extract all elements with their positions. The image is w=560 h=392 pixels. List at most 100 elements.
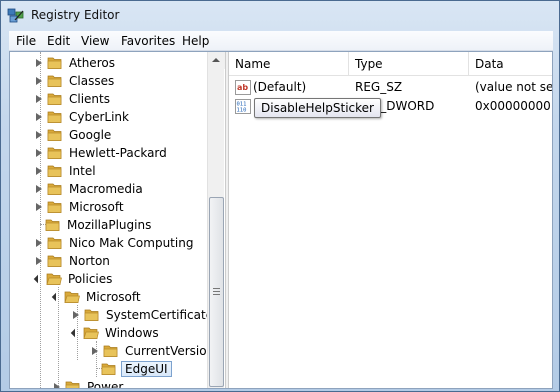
folder-icon	[47, 201, 62, 213]
expand-arrow-icon[interactable]	[36, 167, 42, 175]
folder-icon	[45, 219, 60, 231]
editor-client-area: Atheros Classes Clients CyberLink Google Hewl…	[9, 51, 553, 389]
folder-icon	[47, 111, 62, 123]
expand-arrow-icon[interactable]	[36, 59, 42, 67]
expand-arrow-icon[interactable]	[36, 95, 42, 103]
folder-icon	[47, 129, 62, 141]
tree-item[interactable]: Google	[34, 126, 113, 144]
tree-item-label: Nico Mak Computing	[69, 236, 194, 250]
dword-value-icon: 011 110	[235, 99, 251, 114]
collapse-arrow-icon[interactable]	[51, 292, 61, 302]
folder-icon	[47, 165, 62, 177]
list-item[interactable]: ab (Default) REG_SZ (value not set)	[229, 78, 552, 97]
column-name[interactable]: Name	[229, 52, 349, 76]
menu-help[interactable]: Help	[179, 33, 212, 49]
tree-item-label: Norton	[69, 254, 110, 268]
menu-favorites[interactable]: Favorites	[118, 33, 178, 49]
tree-vertical-scrollbar[interactable]	[207, 52, 225, 388]
tree-item[interactable]: CurrentVersion	[90, 342, 216, 360]
folder-icon	[47, 237, 62, 249]
expand-arrow-icon[interactable]	[73, 311, 79, 319]
folder-icon	[84, 309, 99, 321]
folder-icon	[47, 183, 62, 195]
expand-arrow-icon[interactable]	[36, 77, 42, 85]
svg-text:110: 110	[237, 108, 247, 114]
window-title: Registry Editor	[31, 8, 120, 22]
folder-icon	[47, 255, 62, 267]
tree-item[interactable]: Power	[52, 378, 125, 388]
tree-item-label: Policies	[68, 272, 113, 286]
tree-item[interactable]: Clients	[34, 90, 112, 108]
value-type: REG_SZ	[355, 80, 403, 94]
tree-item[interactable]: Windows	[70, 324, 161, 342]
tree-item-label: Atheros	[69, 56, 115, 70]
tree-item[interactable]: Classes	[34, 72, 116, 90]
tree-item-label: Google	[69, 128, 112, 142]
value-data: 0x00000000 (0)	[475, 99, 552, 113]
values-list[interactable]: Name Type Data ab (Default) REG_SZ (valu…	[229, 52, 552, 388]
tree-item[interactable]: Norton	[34, 252, 112, 270]
folder-icon	[103, 345, 118, 357]
tree-item[interactable]: EdgeUI	[90, 360, 172, 378]
tree-item[interactable]: Nico Mak Computing	[34, 234, 195, 252]
expand-arrow-icon[interactable]	[36, 131, 42, 139]
registry-editor-window: Registry Editor File Edit View Favorites…	[0, 0, 560, 392]
expand-arrow-icon[interactable]	[36, 113, 42, 121]
column-type[interactable]: Type	[349, 52, 469, 76]
expand-arrow-icon[interactable]	[92, 347, 98, 355]
tree-item[interactable]: SystemCertificates	[71, 306, 221, 324]
tree-item[interactable]: Policies	[33, 270, 114, 288]
folder-icon	[47, 75, 62, 87]
tree-item-label: EdgeUI	[121, 361, 172, 377]
tree-item[interactable]: Atheros	[34, 54, 117, 72]
tree-item-label: Intel	[69, 164, 96, 178]
folder-icon	[47, 57, 62, 69]
expand-arrow-icon[interactable]	[54, 383, 60, 388]
tree-item-label: Microsoft	[86, 290, 141, 304]
folder-icon	[83, 327, 99, 339]
svg-text:ab: ab	[237, 83, 248, 92]
tree-item-label: MozillaPlugins	[67, 218, 152, 232]
menu-view[interactable]: View	[78, 33, 112, 49]
tree-item[interactable]: Microsoft	[51, 288, 143, 306]
value-data: (value not set)	[475, 80, 552, 94]
tree-item-label: Windows	[105, 326, 159, 340]
tree-item-label: CyberLink	[69, 110, 129, 124]
tree-item-label: Classes	[69, 74, 115, 88]
value-name: (Default)	[253, 80, 307, 94]
column-data[interactable]: Data	[469, 52, 552, 76]
tree-item-label: Macromedia	[69, 182, 143, 196]
scroll-thumb[interactable]	[209, 197, 224, 387]
collapse-arrow-icon[interactable]	[70, 328, 80, 338]
tree-item-label: CurrentVersion	[125, 344, 215, 358]
value-name-tooltip: DisableHelpSticker	[254, 98, 381, 118]
folder-icon	[64, 291, 80, 303]
expand-arrow-icon[interactable]	[36, 149, 42, 157]
registry-tree[interactable]: Atheros Classes Clients CyberLink Google Hewl…	[10, 52, 225, 388]
string-value-icon: ab	[235, 80, 251, 95]
menu-file[interactable]: File	[13, 33, 39, 49]
expand-arrow-icon[interactable]	[36, 185, 42, 193]
scroll-up-button[interactable]	[208, 52, 225, 69]
expand-arrow-icon[interactable]	[36, 239, 42, 247]
tree-item[interactable]: Hewlett-Packard	[34, 144, 169, 162]
tree-item[interactable]: Macromedia	[34, 180, 145, 198]
expand-arrow-icon[interactable]	[36, 203, 42, 211]
tree-item[interactable]: Microsoft	[34, 198, 126, 216]
tree-item-label: Microsoft	[69, 200, 124, 214]
folder-icon	[65, 381, 80, 388]
registry-editor-icon	[7, 8, 24, 23]
collapse-arrow-icon[interactable]	[33, 274, 43, 284]
expand-arrow-icon[interactable]	[36, 257, 42, 265]
scroll-grip-icon	[213, 288, 220, 295]
tree-item[interactable]: MozillaPlugins	[34, 216, 153, 234]
menu-bar: File Edit View Favorites Help	[9, 31, 553, 51]
column-header-row: Name Type Data	[229, 52, 552, 76]
tree-item-label: Clients	[69, 92, 110, 106]
tree-item[interactable]: Intel	[34, 162, 98, 180]
menu-edit[interactable]: Edit	[44, 33, 73, 49]
tree-item[interactable]: CyberLink	[34, 108, 131, 126]
title-bar[interactable]: Registry Editor	[1, 1, 559, 31]
